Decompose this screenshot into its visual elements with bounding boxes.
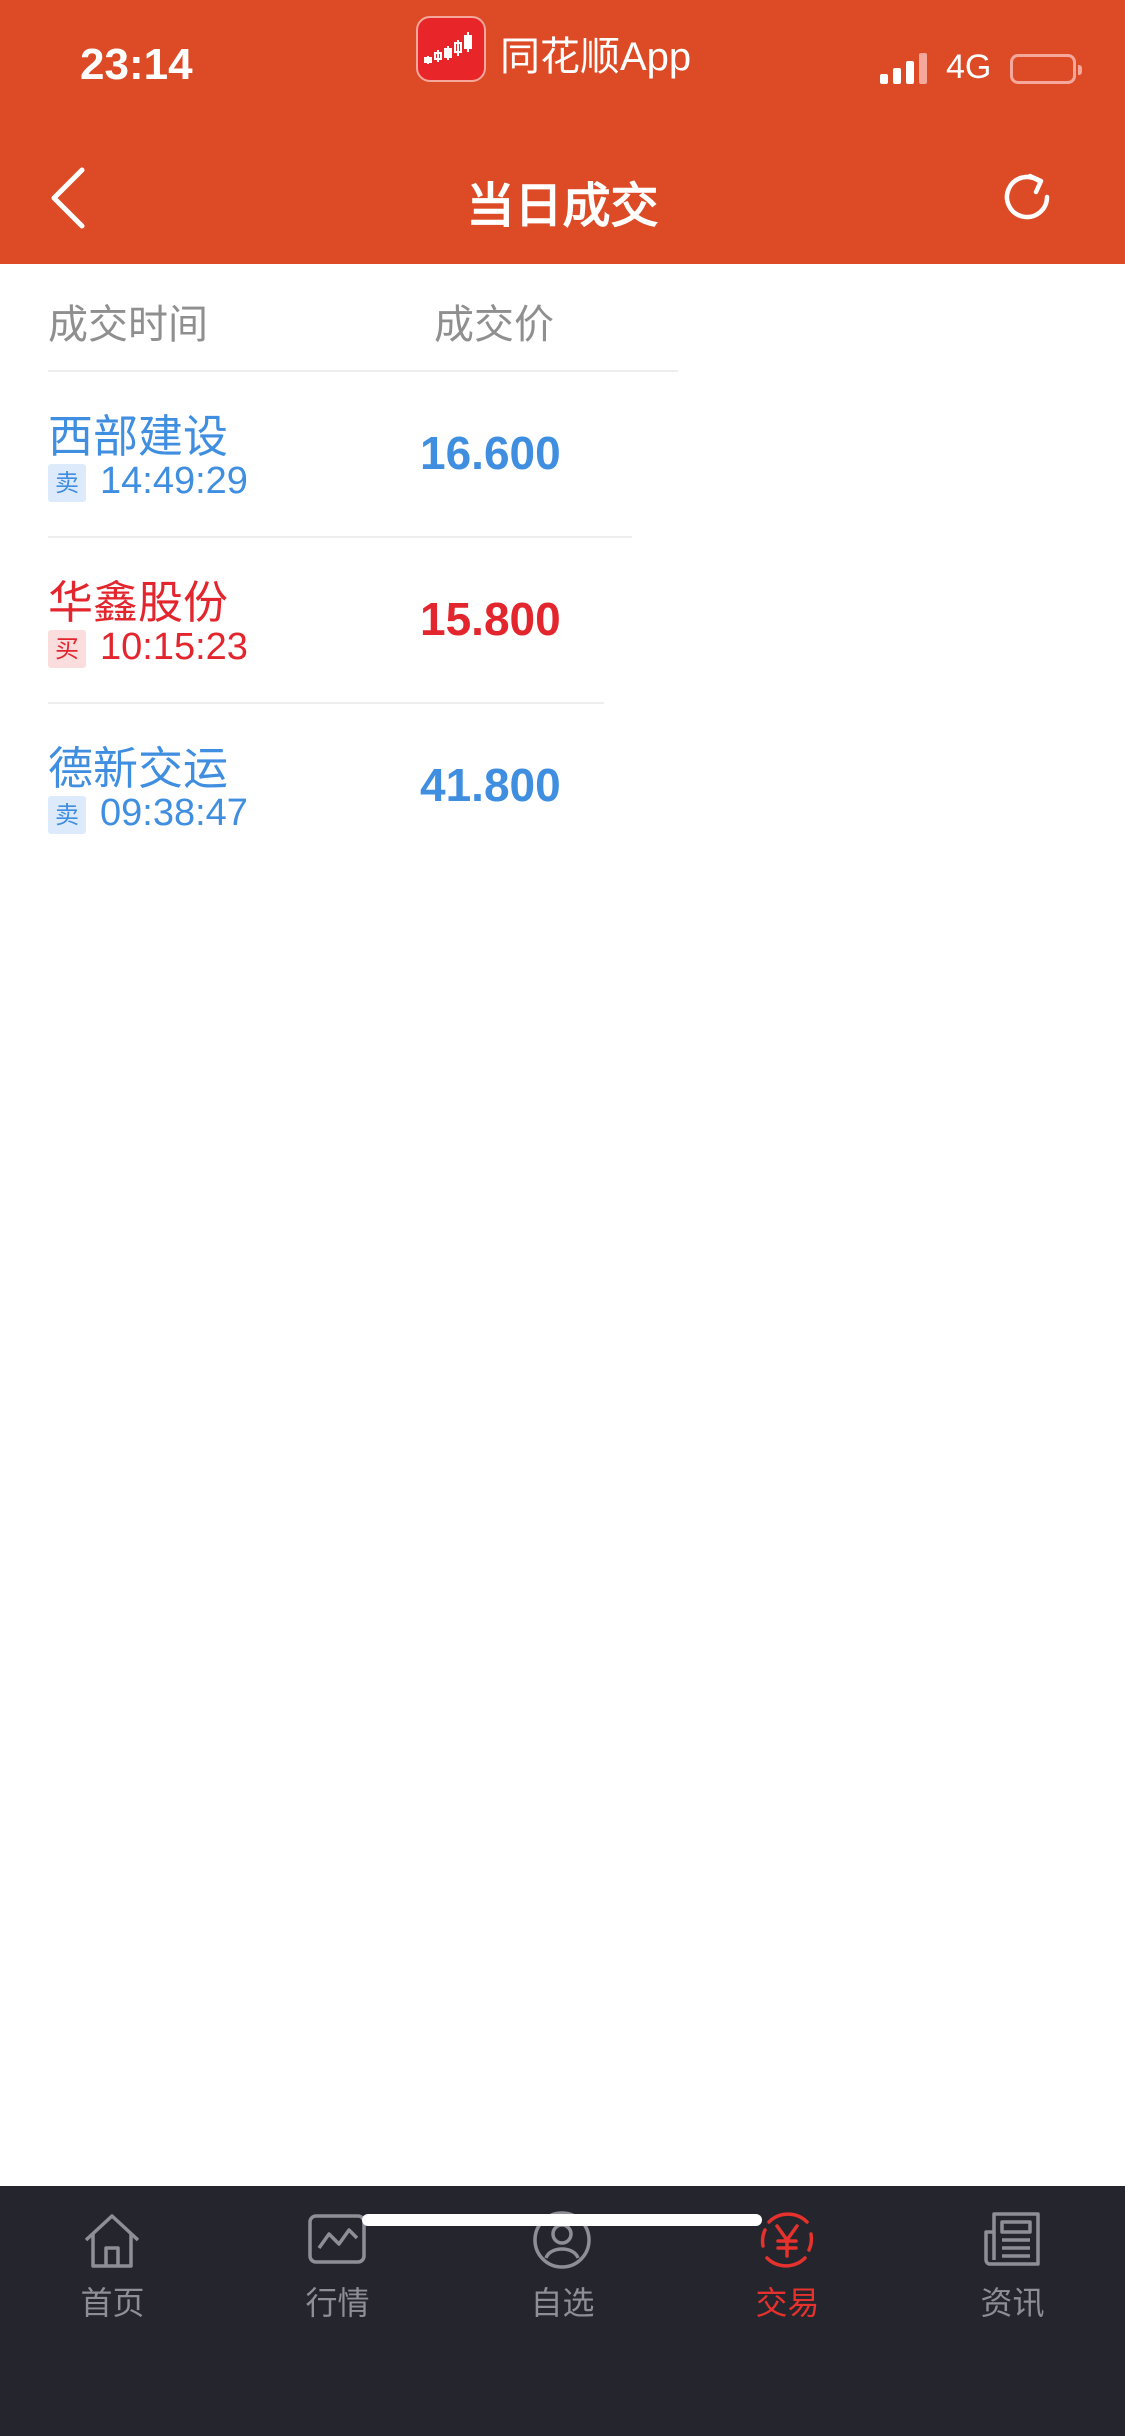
column-header-time: 成交时间: [48, 302, 208, 348]
app-name: 同花顺App: [500, 35, 692, 79]
sell-badge: 卖: [48, 796, 86, 834]
tab-market[interactable]: 行情: [225, 2186, 450, 2326]
tab-news[interactable]: 资讯: [900, 2186, 1125, 2326]
tab-label: 行情: [305, 2284, 370, 2322]
stock-name: 西部建设: [48, 410, 229, 463]
home-icon: [84, 2214, 140, 2268]
chart-icon: [308, 2214, 366, 2264]
sell-badge: 卖: [48, 464, 86, 502]
status-time: 23:14: [80, 40, 193, 89]
battery-icon: [1010, 54, 1082, 84]
yen-trade-icon: [760, 2212, 814, 2268]
app-logo-icon: [416, 16, 486, 82]
buy-badge: 买: [48, 630, 86, 668]
trade-time: 14:49:29: [100, 460, 248, 502]
trade-time: 10:15:23: [100, 626, 248, 668]
stock-name: 德新交运: [48, 742, 229, 795]
trade-row[interactable]: 华鑫股份 买 10:15:23 15.800: [0, 538, 1125, 702]
trade-row[interactable]: 西部建设 卖 14:49:29 16.600: [0, 372, 1125, 536]
column-header-price: 成交价: [434, 302, 554, 348]
tab-label: 自选: [530, 2284, 595, 2322]
tab-home[interactable]: 首页: [0, 2186, 225, 2326]
news-icon: [984, 2212, 1040, 2266]
signal-icon: [880, 53, 927, 84]
trade-time: 09:38:47: [100, 792, 248, 834]
tab-watchlist[interactable]: 自选: [450, 2186, 675, 2326]
tab-trade[interactable]: 交易: [675, 2186, 900, 2326]
trade-price: 15.800: [420, 593, 561, 645]
page-title: 当日成交: [466, 178, 659, 234]
tab-label: 资讯: [980, 2284, 1045, 2322]
trade-price: 41.800: [420, 759, 561, 811]
app-header: 23:14 同花顺App 4G 当日成交: [0, 0, 1125, 264]
network-type: 4G: [946, 48, 992, 86]
tab-label: 首页: [80, 2284, 145, 2322]
trade-row[interactable]: 德新交运 卖 09:38:47 41.800: [0, 704, 1125, 868]
home-indicator[interactable]: [362, 2214, 762, 2226]
refresh-icon[interactable]: [996, 166, 1058, 228]
stock-name: 华鑫股份: [48, 576, 229, 629]
tab-label: 交易: [755, 2284, 820, 2322]
trade-price: 16.600: [420, 427, 561, 479]
